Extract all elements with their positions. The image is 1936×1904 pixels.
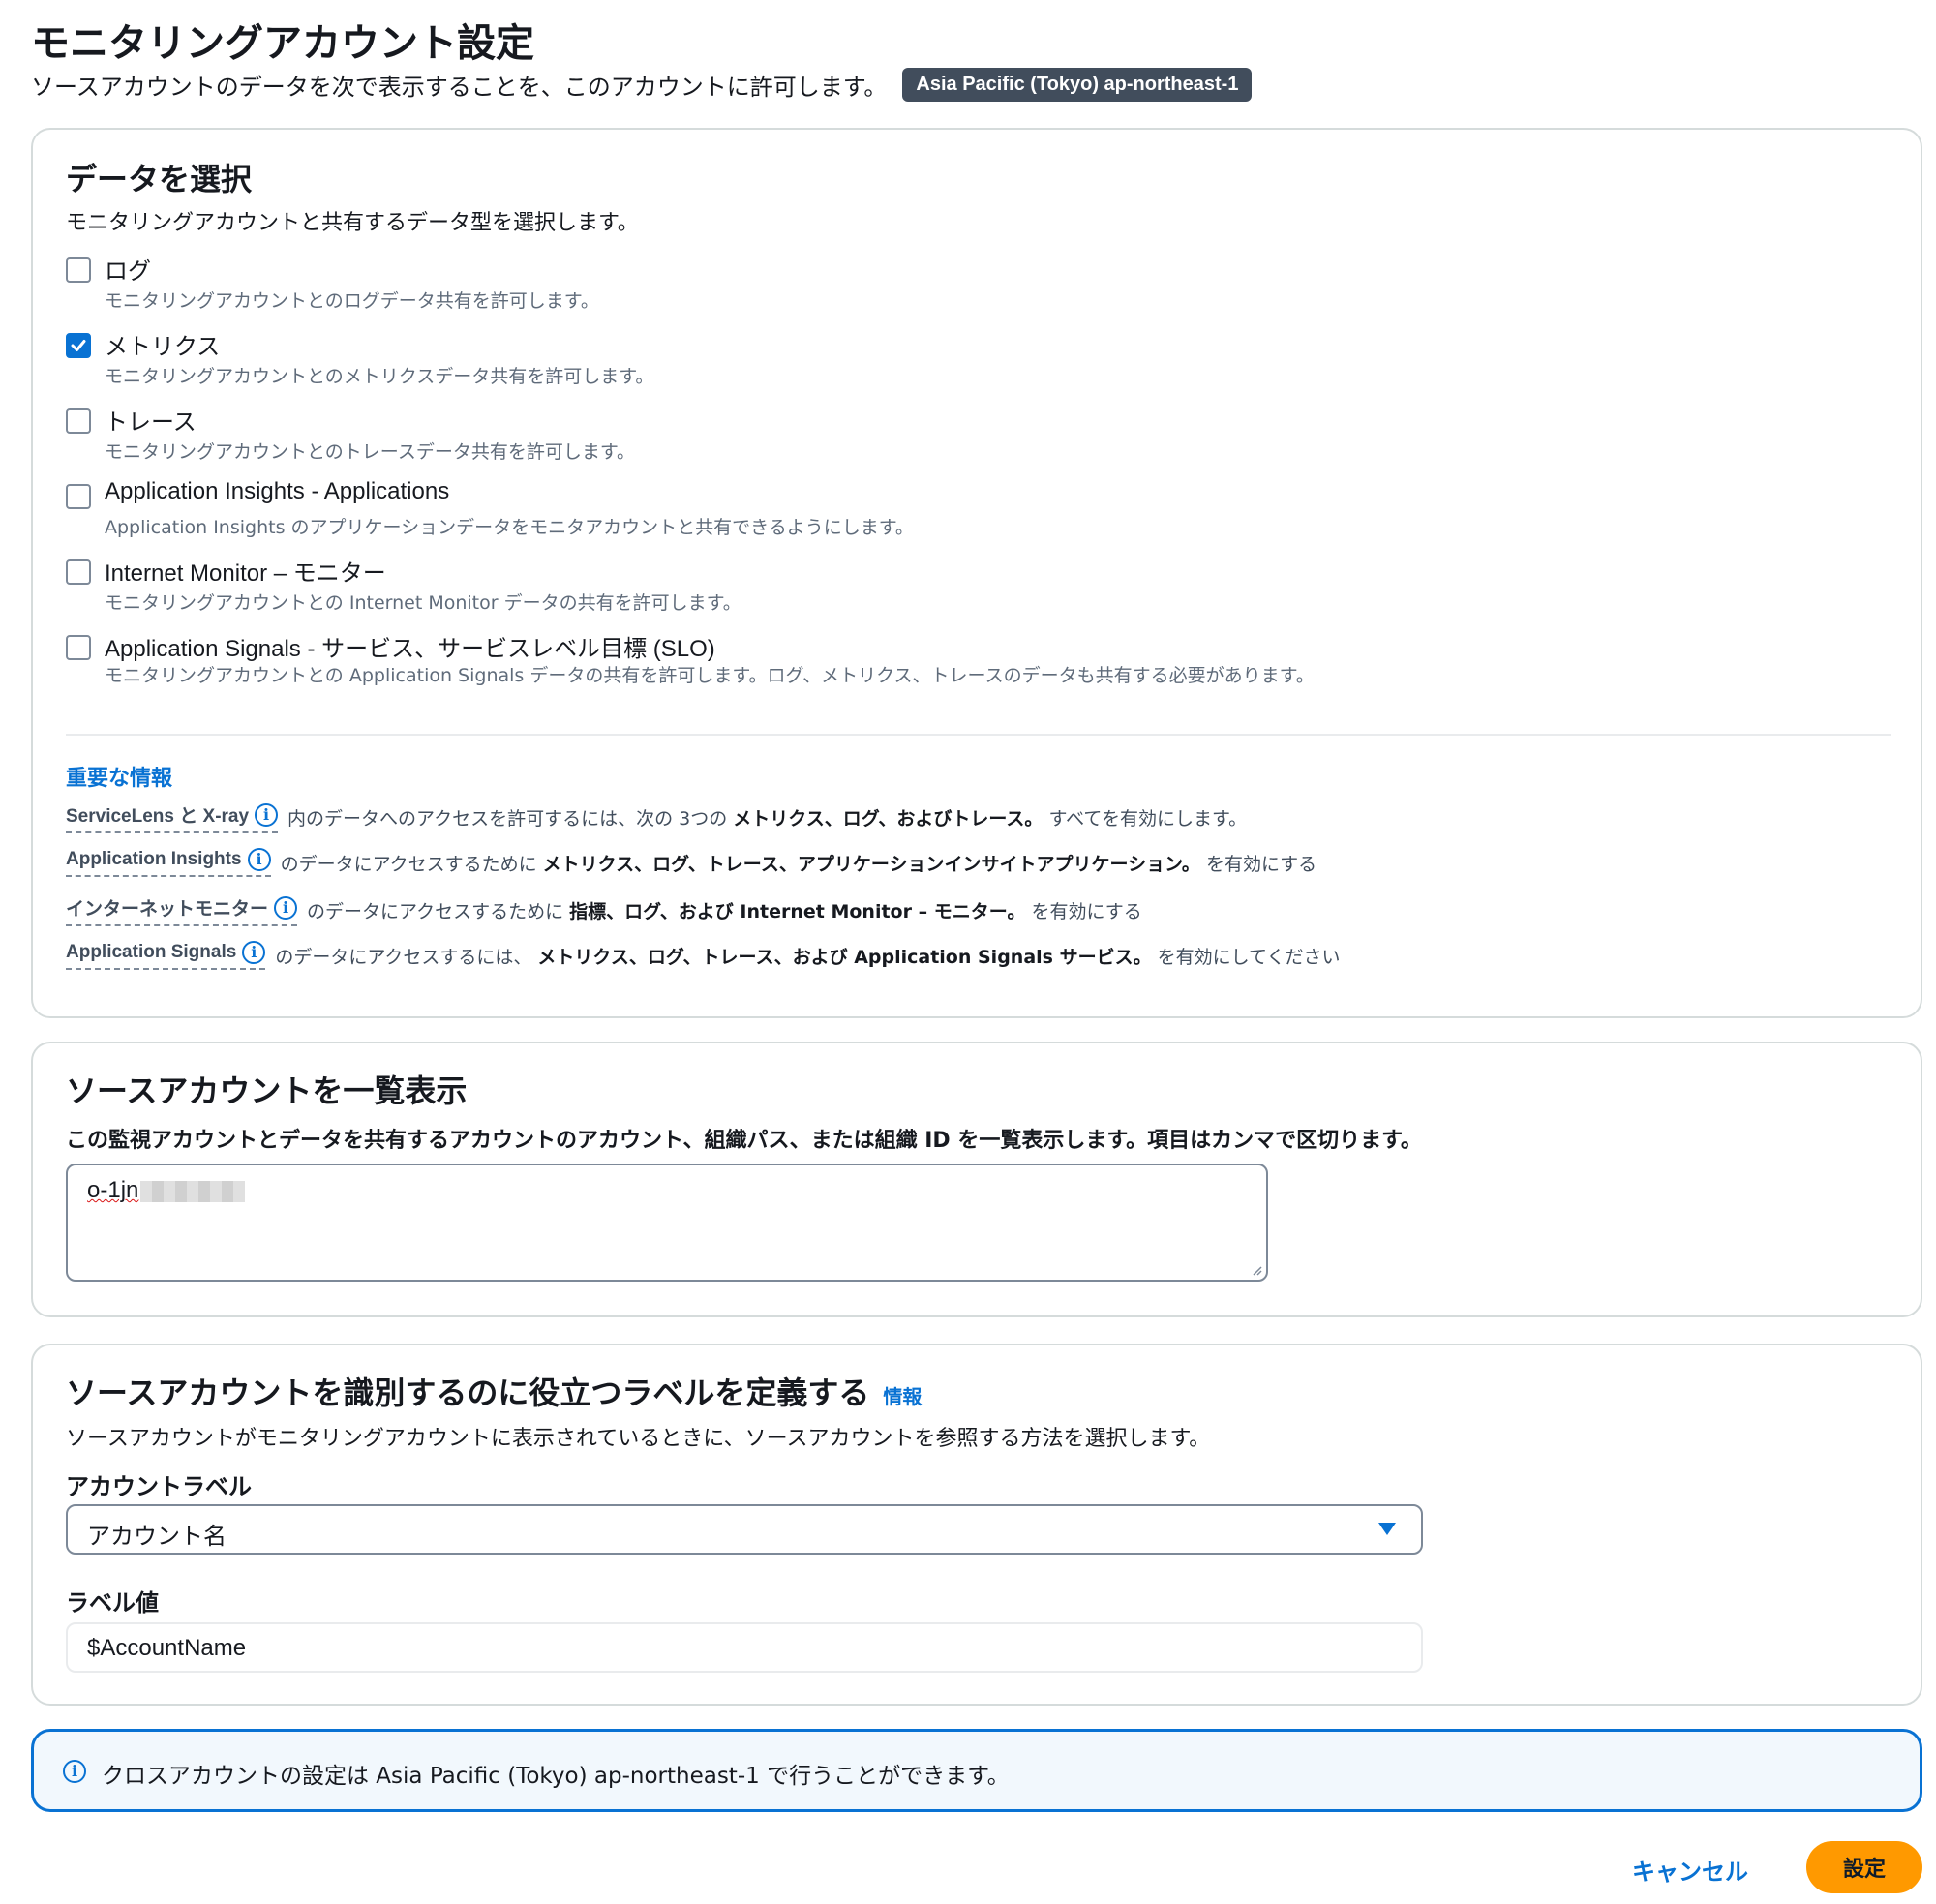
option-label: ログ — [105, 258, 151, 285]
info-icon: i — [63, 1760, 86, 1783]
info-text-pre: のデータにアクセスするために — [307, 901, 564, 922]
info-link-label: ServiceLens と X-ray — [66, 806, 250, 827]
important-info-row: Application Signals i のデータにアクセスするには、 メトリク… — [66, 941, 1341, 970]
select-data-title: データを選択 — [66, 161, 253, 197]
option-description: Application Insights のアプリケーションデータをモニタアカウ… — [105, 517, 914, 538]
internet-monitor-checkbox[interactable] — [66, 559, 91, 585]
info-icon[interactable]: i — [247, 848, 271, 871]
option-description: モニタリングアカウントとのトレースデータ共有を許可します。 — [105, 441, 635, 463]
option-label: Application Insights - Applications — [105, 478, 450, 504]
application-insights-checkbox[interactable] — [66, 484, 91, 509]
account-label-title: アカウントラベル — [66, 1473, 252, 1500]
info-text-post: すべてを有効にします。 — [1048, 808, 1248, 830]
info-link-label: インターネットモニター — [66, 899, 269, 920]
important-info-heading: 重要な情報 — [66, 767, 173, 791]
info-text-bold: 指標、ログ、および Internet Monitor – モニター。 — [569, 901, 1026, 922]
select-data-description: モニタリングアカウントと共有するデータ型を選択します。 — [66, 211, 639, 235]
textarea-text: o-1jn — [87, 1177, 139, 1203]
application-insights-info-link[interactable]: Application Insights i — [66, 848, 271, 877]
info-text-bold: メトリクス、ログ、トレース、および Application Signals サー… — [537, 946, 1152, 968]
info-link-label: Application Signals — [66, 942, 237, 962]
cross-account-info-alert: i クロスアカウントの設定は Asia Pacific (Tokyo) ap-n… — [31, 1729, 1922, 1812]
metrics-checkbox[interactable] — [66, 333, 91, 358]
divider — [66, 734, 1891, 736]
source-accounts-panel: ソースアカウントを一覧表示 この監視アカウントとデータを共有するアカウントのアカ… — [31, 1042, 1922, 1317]
important-info-row: Application Insights i のデータにアクセスするために メトリ… — [66, 848, 1316, 877]
redacted-text — [140, 1180, 246, 1202]
account-labels-title: ソースアカウントを識別するのに役立つラベルを定義する — [66, 1375, 870, 1411]
application-signals-checkbox[interactable] — [66, 635, 91, 660]
info-text: のデータにアクセスするには、 メトリクス、ログ、トレース、および Applica… — [275, 943, 1340, 969]
info-text-bold: メトリクス、ログ、トレース、アプリケーションインサイトアプリケーション。 — [542, 853, 1200, 875]
info-text-pre: のデータにアクセスするには、 — [275, 946, 532, 968]
info-link[interactable]: 情報 — [883, 1385, 922, 1408]
option-description: モニタリングアカウントとのログデータ共有を許可します。 — [105, 290, 599, 312]
option-label: Application Signals - サービス、サービスレベル目標 (SL… — [105, 636, 715, 662]
info-text: のデータにアクセスするために 指標、ログ、および Internet Monito… — [307, 897, 1142, 923]
option-label: Internet Monitor – モニター — [105, 560, 386, 587]
page-title: モニタリングアカウント設定 — [31, 21, 534, 66]
cancel-button[interactable]: キャンセル — [1632, 1853, 1748, 1887]
input-value: $AccountName — [87, 1635, 247, 1661]
label-value-input[interactable]: $AccountName — [66, 1622, 1423, 1673]
configure-button[interactable]: 設定 — [1806, 1841, 1922, 1893]
resize-handle-icon[interactable] — [1251, 1264, 1262, 1276]
info-icon[interactable]: i — [242, 941, 266, 964]
select-data-panel: データを選択 モニタリングアカウントと共有するデータ型を選択します。 ログ モニ… — [31, 128, 1922, 1018]
label-value-title: ラベル値 — [66, 1589, 159, 1617]
info-text-pre: のデータにアクセスするために — [280, 853, 537, 875]
info-text-post: を有効にする — [1031, 901, 1142, 922]
info-icon[interactable]: i — [255, 802, 279, 827]
textarea-value: o-1jn — [87, 1177, 246, 1204]
info-text: のデータにアクセスするために メトリクス、ログ、トレース、アプリケーションインサ… — [281, 850, 1317, 876]
option-label: メトリクス — [105, 334, 221, 360]
region-badge: Asia Pacific (Tokyo) ap-northeast-1 — [902, 68, 1253, 102]
info-text-post: を有効にする — [1205, 853, 1317, 875]
option-description: モニタリングアカウントとのメトリクスデータ共有を許可します。 — [105, 366, 654, 387]
info-icon[interactable]: i — [274, 895, 298, 920]
source-accounts-description: この監視アカウントとデータを共有するアカウントのアカウント、組織パス、または組織… — [66, 1129, 1422, 1153]
servicelens-info-link[interactable]: ServiceLens と X-ray i — [66, 801, 279, 833]
info-text-pre: 内のデータへのアクセスを許可するには、次の 3つの — [287, 808, 728, 830]
info-text: 内のデータへのアクセスを許可するには、次の 3つの メトリクス、ログ、およびトレ… — [287, 804, 1247, 831]
info-text-post: を有効にしてください — [1157, 946, 1341, 968]
account-labels-title-row: ソースアカウントを識別するのに役立つラベルを定義する 情報 — [66, 1369, 922, 1413]
important-info-row: ServiceLens と X-ray i 内のデータへのアクセスを許可するには、… — [66, 801, 1247, 833]
option-label: トレース — [105, 409, 197, 436]
traces-checkbox[interactable] — [66, 408, 91, 434]
caret-down-icon — [1378, 1523, 1396, 1535]
important-info-row: インターネットモニター i のデータにアクセスするために 指標、ログ、および In… — [66, 894, 1142, 926]
account-labels-panel: ソースアカウントを識別するのに役立つラベルを定義する 情報 ソースアカウントがモニ… — [31, 1344, 1922, 1706]
info-link-label: Application Insights — [66, 849, 242, 869]
info-text-bold: メトリクス、ログ、およびトレース。 — [733, 808, 1044, 830]
source-accounts-title: ソースアカウントを一覧表示 — [66, 1073, 468, 1109]
page-subtitle-row: ソースアカウントのデータを次で表示することを、このアカウントに許可します。 As… — [31, 68, 1253, 102]
select-value: アカウント名 — [87, 1523, 227, 1550]
checkmark-icon — [71, 340, 86, 351]
application-signals-info-link[interactable]: Application Signals i — [66, 941, 266, 970]
option-description: モニタリングアカウントとの Application Signals データの共有… — [105, 665, 1315, 686]
internet-monitor-info-link[interactable]: インターネットモニター i — [66, 894, 298, 926]
account-label-select[interactable]: アカウント名 — [66, 1504, 1423, 1555]
option-description: モニタリングアカウントとの Internet Monitor データの共有を許可… — [105, 592, 741, 614]
logs-checkbox[interactable] — [66, 257, 91, 283]
source-accounts-textarea[interactable]: o-1jn — [66, 1164, 1268, 1282]
alert-text: クロスアカウントの設定は Asia Pacific (Tokyo) ap-nor… — [102, 1764, 1010, 1789]
account-labels-description: ソースアカウントがモニタリングアカウントに表示されているときに、ソースアカウント… — [66, 1427, 1211, 1451]
page-subtitle: ソースアカウントのデータを次で表示することを、このアカウントに許可します。 — [31, 74, 888, 101]
